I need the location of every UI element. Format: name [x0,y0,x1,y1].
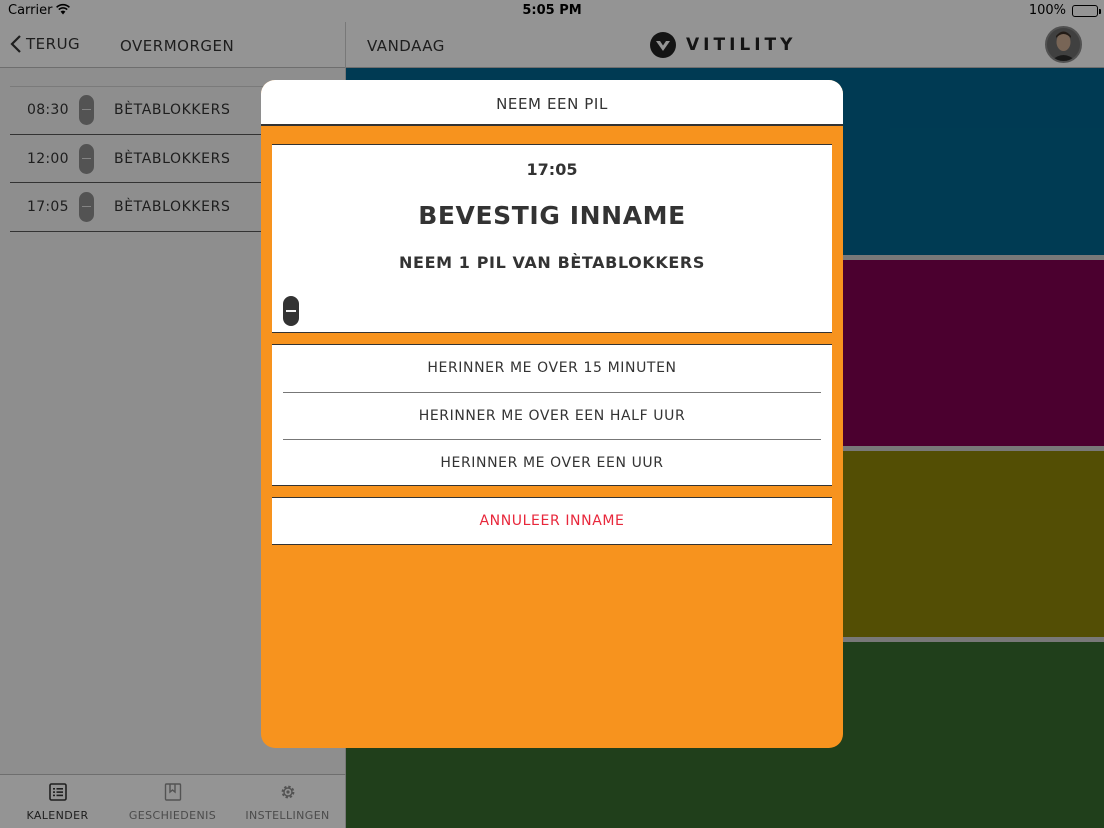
take-pill-modal: NEEM EEN PIL 17:05 BEVESTIG INNAME NEEM … [261,80,843,748]
pill-icon [283,296,299,326]
remind-half-hour-button[interactable]: HERINNER ME OVER EEN HALF UUR [283,392,821,439]
modal-title: NEEM EEN PIL [261,80,843,126]
pill-instruction: NEEM 1 PIL VAN BÈTABLOKKERS [399,253,705,272]
cancel-intake-button[interactable]: ANNULEER INNAME [272,498,832,544]
confirm-heading: BEVESTIG INNAME [418,201,686,230]
intake-time: 17:05 [526,160,578,179]
remind-15-minutes-button[interactable]: HERINNER ME OVER 15 MINUTEN [283,345,821,392]
cancel-card: ANNULEER INNAME [272,497,832,545]
confirm-intake-card[interactable]: 17:05 BEVESTIG INNAME NEEM 1 PIL VAN BÈT… [272,144,832,333]
snooze-options: HERINNER ME OVER 15 MINUTEN HERINNER ME … [272,344,832,486]
remind-one-hour-button[interactable]: HERINNER ME OVER EEN UUR [283,439,821,486]
